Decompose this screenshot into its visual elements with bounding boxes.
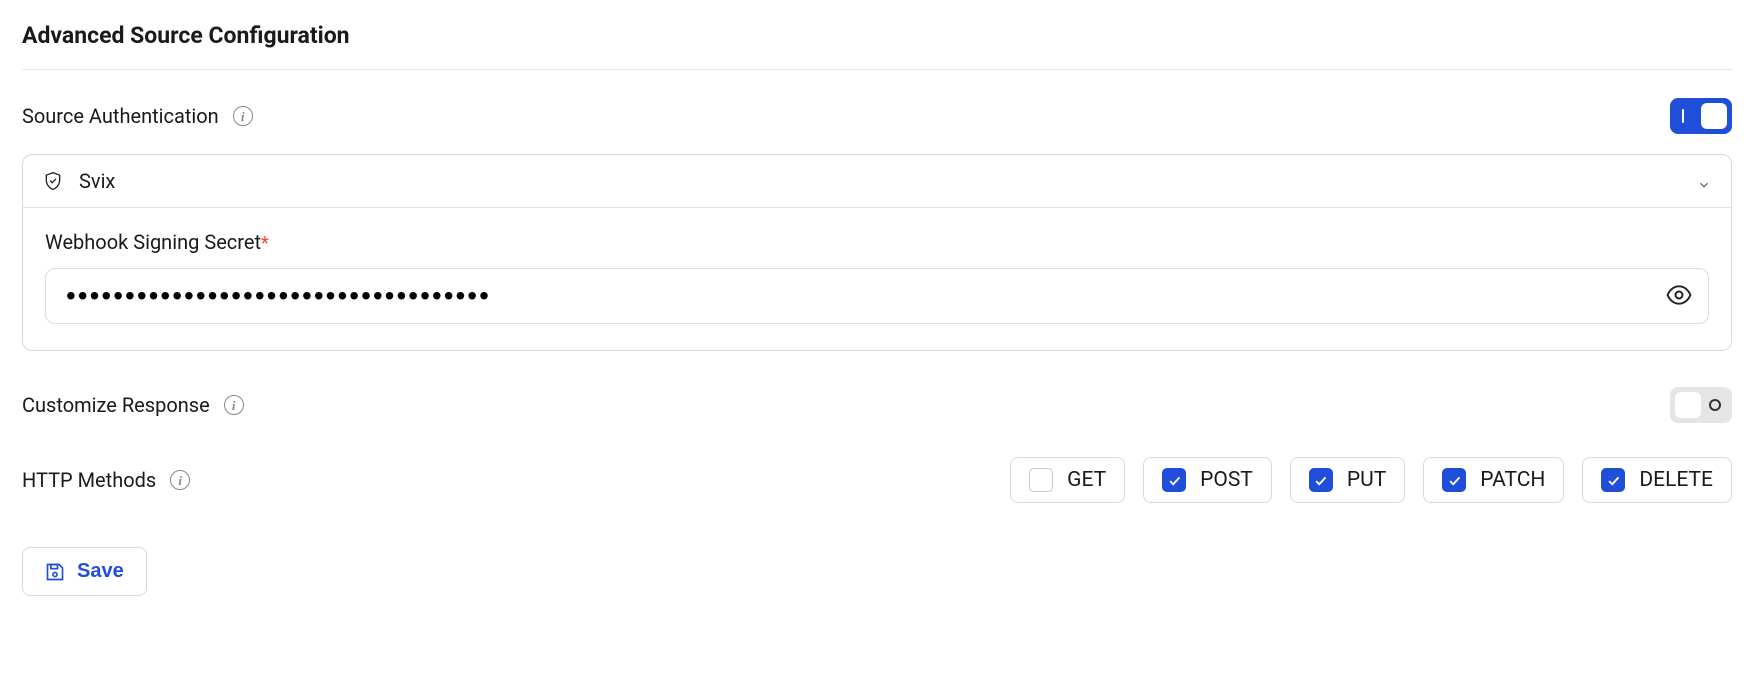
method-chip-put[interactable]: PUT xyxy=(1290,457,1405,503)
secret-label: Webhook Signing Secret xyxy=(45,230,261,254)
method-label: PUT xyxy=(1347,468,1386,492)
webhook-secret-input[interactable] xyxy=(45,268,1709,324)
info-icon[interactable]: i xyxy=(224,395,244,415)
http-methods-label: HTTP Methods xyxy=(22,468,156,492)
shield-icon xyxy=(43,170,63,192)
secret-input-wrap xyxy=(45,268,1709,324)
method-chip-post[interactable]: POST xyxy=(1143,457,1272,503)
source-auth-label: Source Authentication xyxy=(22,104,219,128)
chevron-down-icon xyxy=(1697,174,1711,188)
toggle-knob-icon xyxy=(1675,392,1701,418)
customize-response-toggle[interactable] xyxy=(1670,387,1732,423)
checkbox-checked-icon xyxy=(1162,468,1186,492)
eye-icon xyxy=(1666,282,1692,311)
save-button[interactable]: Save xyxy=(22,547,147,596)
auth-provider-value: Svix xyxy=(79,169,115,193)
toggle-secret-visibility-button[interactable] xyxy=(1665,282,1693,310)
toggle-off-indicator-icon xyxy=(1709,399,1721,411)
required-mark: * xyxy=(261,233,269,254)
auth-provider-left: Svix xyxy=(43,169,115,193)
info-icon[interactable]: i xyxy=(170,470,190,490)
save-icon xyxy=(45,562,65,582)
auth-card-body: Webhook Signing Secret * xyxy=(23,208,1731,350)
auth-card: Svix Webhook Signing Secret * xyxy=(22,154,1732,351)
page-title: Advanced Source Configuration xyxy=(22,22,1732,70)
checkbox-checked-icon xyxy=(1442,468,1466,492)
checkbox-checked-icon xyxy=(1601,468,1625,492)
http-methods-label-group: HTTP Methods i xyxy=(22,468,190,492)
method-chip-patch[interactable]: PATCH xyxy=(1423,457,1564,503)
method-chip-delete[interactable]: DELETE xyxy=(1582,457,1732,503)
source-auth-label-group: Source Authentication i xyxy=(22,104,253,128)
checkbox-unchecked-icon xyxy=(1029,468,1053,492)
save-button-label: Save xyxy=(77,560,124,583)
toggle-on-indicator-icon xyxy=(1682,109,1684,123)
method-label: GET xyxy=(1067,468,1106,492)
http-methods-group: GET POST PUT PATCH DELETE xyxy=(1010,457,1732,503)
toggle-knob-icon xyxy=(1701,103,1727,129)
http-methods-row: HTTP Methods i GET POST PUT PATCH xyxy=(22,457,1732,503)
auth-provider-dropdown[interactable]: Svix xyxy=(23,155,1731,208)
secret-label-row: Webhook Signing Secret * xyxy=(45,230,1709,254)
checkbox-checked-icon xyxy=(1309,468,1333,492)
method-chip-get[interactable]: GET xyxy=(1010,457,1125,503)
source-auth-toggle[interactable] xyxy=(1670,98,1732,134)
customize-response-label-group: Customize Response i xyxy=(22,393,244,417)
customize-response-label: Customize Response xyxy=(22,393,210,417)
method-label: DELETE xyxy=(1639,468,1713,492)
method-label: POST xyxy=(1200,468,1253,492)
method-label: PATCH xyxy=(1480,468,1545,492)
customize-response-row: Customize Response i xyxy=(22,387,1732,423)
source-auth-row: Source Authentication i xyxy=(22,98,1732,134)
info-icon[interactable]: i xyxy=(233,106,253,126)
